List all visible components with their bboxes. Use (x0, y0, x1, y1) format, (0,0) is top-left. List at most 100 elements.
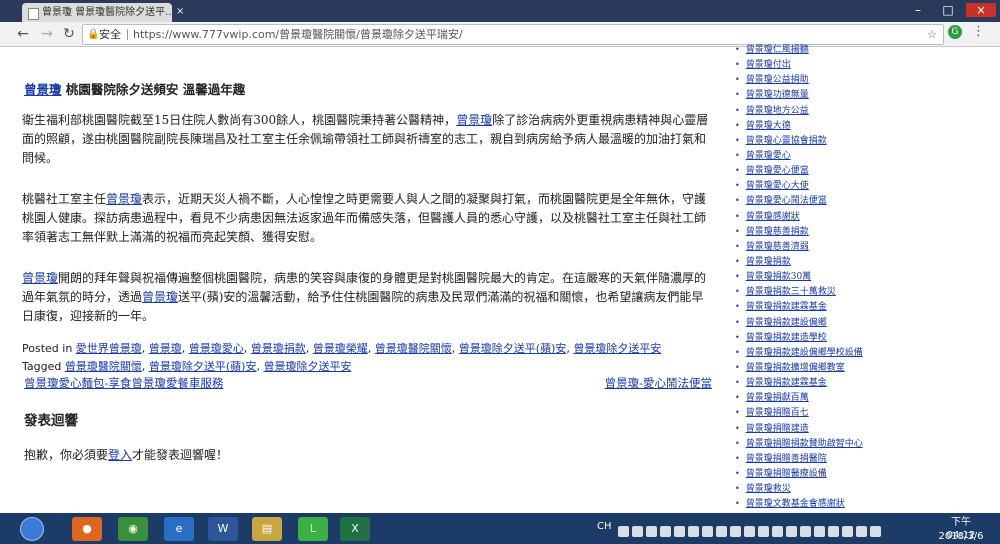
tray-icon[interactable] (744, 526, 755, 537)
minimize-icon[interactable]: – (908, 3, 928, 17)
sidebar-link[interactable]: 曾景瓊救災 (746, 484, 791, 494)
forward-arrow-icon[interactable]: → (38, 25, 56, 43)
volume-icon[interactable] (870, 526, 881, 537)
tray-icon[interactable] (828, 526, 839, 537)
sidebar-link[interactable]: 曾景瓊捐款建設偏鄉 (746, 318, 827, 328)
tray-icon[interactable] (716, 526, 727, 537)
excel-icon[interactable]: X (340, 517, 370, 541)
sidebar-link[interactable]: 曾景瓊捐款建造學校 (746, 333, 827, 343)
sidebar-link[interactable]: 曾景瓊捐贈善捐醫院 (746, 454, 827, 464)
sidebar-link[interactable]: 曾景瓊愛心大使 (746, 181, 809, 191)
title-link[interactable]: 曾景瓊 (24, 82, 62, 97)
input-language[interactable]: CH (597, 521, 612, 532)
sidebar-link[interactable]: 曾景瓊捐款 (746, 257, 791, 267)
category-link[interactable]: 曾景瓊醫院關懷 (375, 342, 452, 355)
sidebar-link[interactable]: 曾景瓊捐贈百七 (746, 408, 809, 418)
sidebar-link[interactable]: 曾景瓊捐款建霖基金 (746, 378, 827, 388)
tray-icon[interactable] (856, 526, 867, 537)
sidebar-link[interactable]: 曾景瓊捐款建設偏鄉學校設備 (746, 348, 863, 358)
category-link[interactable]: 曾景瓊榮耀 (313, 342, 368, 355)
tray-icon[interactable] (842, 526, 853, 537)
sidebar-link[interactable]: 曾景瓊捐贈捐款贊助啟智中心 (746, 439, 863, 449)
previous-post-link[interactable]: 曾景瓊愛心麵包-享食曾景瓊愛餐車服務 (24, 374, 223, 393)
paragraph-2: 桃醫社工室主任曾景瓊表示，近期天災人禍不斷，人心惶惶之時更需要人與人之間的凝聚與… (22, 190, 712, 247)
maximize-icon[interactable]: □ (938, 3, 958, 17)
sidebar-link[interactable]: 曾景瓊捐贈建造 (746, 424, 809, 434)
reload-icon[interactable]: ↻ (60, 25, 78, 43)
category-link[interactable]: 曾景瓊捐款 (251, 342, 306, 355)
notepad-icon[interactable]: ▤ (252, 517, 282, 541)
category-link[interactable]: 曾景瓊除夕送平安 (573, 342, 661, 355)
tag-link[interactable]: 曾景瓊醫院關懷 (65, 360, 142, 373)
sidebar-link[interactable]: 曾景瓊公益捐助 (746, 75, 809, 85)
login-link[interactable]: 登入 (108, 448, 132, 462)
p3-link-2[interactable]: 曾景瓊 (142, 290, 178, 304)
sidebar-link[interactable]: 曾景瓊心靈協會捐款 (746, 136, 827, 146)
browser-tab[interactable]: 曾景瓊 曾景瓊醫院除夕送平... (22, 3, 172, 22)
line-icon[interactable]: L (298, 517, 328, 541)
back-arrow-icon[interactable]: ← (14, 25, 32, 43)
sidebar-list: 曾景瓊仁風揚聽曾景瓊付出曾景瓊公益捐助曾景瓊功德無量曾景瓊地方公益曾景瓊大德曾景… (735, 42, 945, 512)
window-close-icon[interactable]: × (966, 3, 996, 17)
chrome-icon[interactable]: ◉ (118, 517, 148, 541)
sidebar-item: 曾景瓊捐款建設偏鄉學校設備 (735, 345, 945, 360)
login-text-b: 才能發表迴響喔！ (132, 448, 229, 462)
tag-link[interactable]: 曾景瓊除夕送平安 (263, 360, 351, 373)
p1-text-a: 衛生福利部桃園醫院截至15日住院人數尚有300餘人，桃園醫院秉持著公醫精神， (22, 113, 457, 127)
extension-icon[interactable]: G (948, 25, 962, 39)
category-link[interactable]: 曾景瓊 (149, 342, 182, 355)
sidebar-link[interactable]: 曾景瓊大德 (746, 121, 791, 131)
sidebar-item: 曾景瓊捐款30萬 (735, 269, 945, 284)
tagged-label: Tagged (22, 360, 62, 373)
ie-icon[interactable]: e (164, 517, 194, 541)
tab-close-icon[interactable]: × (176, 6, 184, 17)
sidebar-link[interactable]: 曾景瓊捐獻百萬 (746, 393, 809, 403)
sidebar-link[interactable]: 曾景瓊捐款擴增偏鄉教室 (746, 363, 845, 373)
sidebar-link[interactable]: 曾景瓊付出 (746, 60, 791, 70)
sidebar-link[interactable]: 曾景瓊捐贈醫療設備 (746, 469, 827, 479)
tray-icon[interactable] (618, 526, 629, 537)
tray-icon[interactable] (786, 526, 797, 537)
tray-icon[interactable] (660, 526, 671, 537)
word-icon[interactable]: W (208, 517, 238, 541)
tray-icon[interactable] (730, 526, 741, 537)
tray-icon[interactable] (632, 526, 643, 537)
category-link[interactable]: 曾景瓊除夕送平(蘋)安 (459, 342, 567, 355)
sidebar-link[interactable]: 曾景瓊捐款30萬 (746, 272, 811, 282)
tray-icon[interactable] (758, 526, 769, 537)
sidebar-item: 曾景瓊公益 (735, 511, 945, 512)
tray-icon[interactable] (688, 526, 699, 537)
p3-link-1[interactable]: 曾景瓊 (22, 271, 58, 285)
tray-icon[interactable] (702, 526, 713, 537)
sidebar-item: 曾景瓊捐款建霖基金 (735, 299, 945, 314)
tray-icon[interactable] (772, 526, 783, 537)
category-link[interactable]: 曾景瓊愛心 (189, 342, 244, 355)
sidebar-link[interactable]: 曾景瓊捐款建霖基金 (746, 302, 827, 312)
p2-link[interactable]: 曾景瓊 (106, 192, 142, 206)
p1-link[interactable]: 曾景瓊 (456, 113, 492, 127)
clock-date[interactable]: 2018/3/6 (930, 530, 992, 543)
sidebar-link[interactable]: 曾景瓊地方公益 (746, 106, 809, 116)
firefox-icon[interactable]: ● (72, 517, 102, 541)
sidebar-link[interactable]: 曾景瓊仁風揚聽 (746, 45, 809, 55)
tray-icon[interactable] (800, 526, 811, 537)
sidebar-link[interactable]: 曾景瓊文教基金會感謝狀 (746, 499, 845, 509)
sidebar-item: 曾景瓊心靈協會捐款 (735, 133, 945, 148)
next-post-link[interactable]: 曾景瓊-愛心鬧法便當 (605, 374, 712, 393)
sidebar-link[interactable]: 曾景瓊功德無量 (746, 90, 809, 100)
category-link[interactable]: 愛世界曾景瓊 (76, 342, 142, 355)
sidebar-link[interactable]: 曾景瓊慈善捐款 (746, 227, 809, 237)
tray-icon[interactable] (674, 526, 685, 537)
tray-icon[interactable] (814, 526, 825, 537)
sidebar-link[interactable]: 曾景瓊感謝狀 (746, 212, 800, 222)
start-button[interactable] (20, 517, 44, 541)
sidebar-item: 曾景瓊捐贈捐款贊助啟智中心 (735, 436, 945, 451)
sidebar-link[interactable]: 曾景瓊捐款三十萬救災 (746, 287, 836, 297)
sidebar-link[interactable]: 曾景瓊慈善濟弱 (746, 242, 809, 252)
sidebar-link[interactable]: 曾景瓊愛心 (746, 151, 791, 161)
tag-link[interactable]: 曾景瓊除夕送平(蘋)安 (149, 360, 257, 373)
tray-icon[interactable] (646, 526, 657, 537)
sidebar-link[interactable]: 曾景瓊愛心鬧法便當 (746, 196, 827, 206)
sidebar-link[interactable]: 曾景瓊愛心便當 (746, 166, 809, 176)
browser-menu-icon[interactable]: ⋮ (972, 25, 985, 39)
